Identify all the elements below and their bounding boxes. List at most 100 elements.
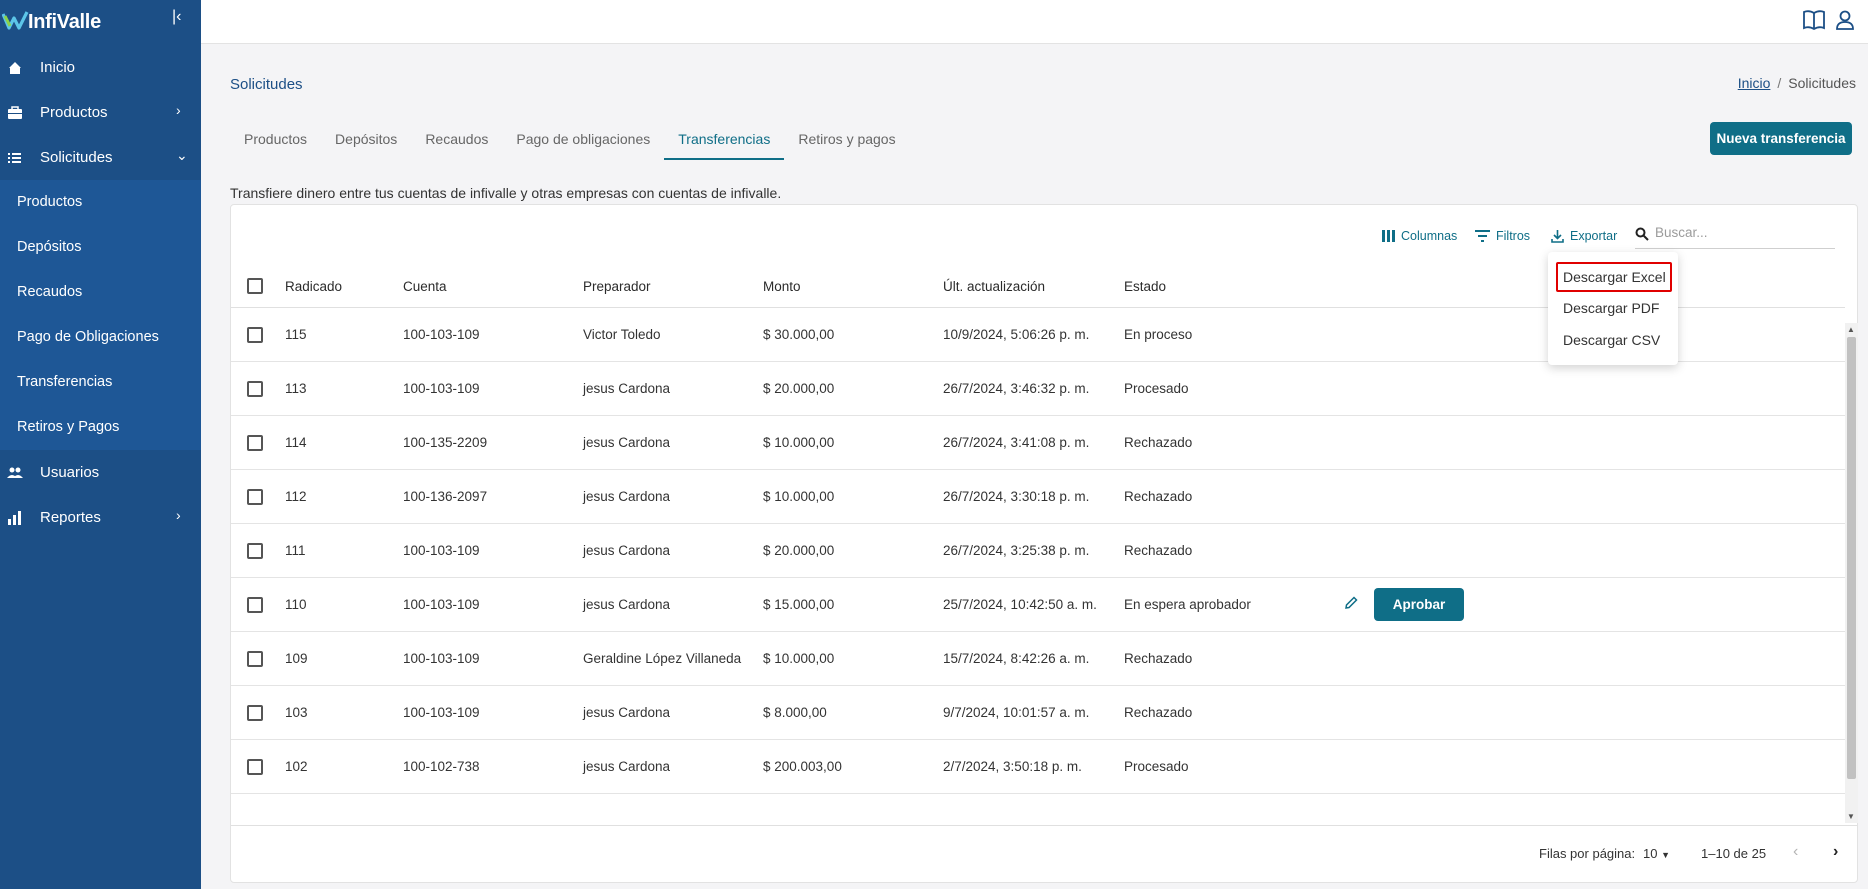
- submenu-item-depositos[interactable]: Depósitos: [0, 225, 201, 270]
- new-transfer-button[interactable]: Nueva transferencia: [1710, 122, 1852, 155]
- breadcrumb-home-link[interactable]: Inicio: [1738, 75, 1771, 91]
- sidebar: InfiValle |‹ Inicio Productos › Solicitu…: [0, 0, 201, 889]
- row-checkbox[interactable]: [247, 597, 263, 613]
- menu-item-download-excel[interactable]: Descargar Excel: [1556, 262, 1672, 292]
- cell-monto: $ 20.000,00: [763, 543, 835, 558]
- sidebar-item-usuarios[interactable]: Usuarios: [0, 450, 201, 495]
- search-input[interactable]: [1655, 225, 1825, 240]
- submenu-item-productos[interactable]: Productos: [0, 180, 201, 225]
- chevron-right-icon: ›: [176, 102, 181, 118]
- column-header-monto[interactable]: Monto: [763, 279, 801, 294]
- export-menu: Descargar Excel Descargar PDF Descargar …: [1548, 252, 1678, 365]
- row-checkbox[interactable]: [247, 543, 263, 559]
- submenu-item-recaudos[interactable]: Recaudos: [0, 270, 201, 315]
- cell-monto: $ 200.003,00: [763, 759, 842, 774]
- cell-cuenta: 100-102-738: [403, 759, 480, 774]
- row-checkbox[interactable]: [247, 705, 263, 721]
- cell-cuenta: 100-103-109: [403, 705, 480, 720]
- table-row[interactable]: 112 100-136-2097 jesus Cardona $ 10.000,…: [231, 470, 1845, 524]
- select-all-checkbox[interactable]: [247, 278, 263, 294]
- tab-transferencias[interactable]: Transferencias: [664, 118, 785, 160]
- table-row[interactable]: 103 100-103-109 jesus Cardona $ 8.000,00…: [231, 686, 1845, 740]
- scroll-up-icon[interactable]: ▲: [1847, 325, 1855, 334]
- cell-monto: $ 30.000,00: [763, 327, 835, 342]
- brand-logo[interactable]: InfiValle: [0, 6, 201, 36]
- cell-preparador: jesus Cardona: [583, 543, 671, 558]
- cell-monto: $ 15.000,00: [763, 597, 835, 612]
- table-row[interactable]: 110 100-103-109 jesus Cardona $ 15.000,0…: [231, 578, 1845, 632]
- row-checkbox[interactable]: [247, 651, 263, 667]
- book-icon[interactable]: [1802, 9, 1826, 31]
- row-checkbox[interactable]: [247, 327, 263, 343]
- cell-preparador: jesus Cardona: [583, 705, 671, 720]
- table-pagination: Filas por página: 10 ▼ 1–10 de 25 ‹ ›: [231, 825, 1857, 883]
- submenu-item-retiros-pagos[interactable]: Retiros y Pagos: [0, 405, 201, 450]
- cell-preparador: jesus Cardona: [583, 489, 671, 504]
- scroll-down-icon[interactable]: ▼: [1847, 812, 1855, 821]
- row-checkbox[interactable]: [247, 381, 263, 397]
- table-scrollbar[interactable]: ▲ ▼: [1845, 323, 1858, 823]
- cell-estado: Rechazado: [1124, 705, 1193, 720]
- table-row[interactable]: 111 100-103-109 jesus Cardona $ 20.000,0…: [231, 524, 1845, 578]
- tab-recaudos[interactable]: Recaudos: [411, 118, 502, 160]
- column-header-preparador[interactable]: Preparador: [583, 279, 651, 294]
- row-checkbox[interactable]: [247, 435, 263, 451]
- chart-icon: [8, 511, 21, 525]
- filters-label: Filtros: [1496, 229, 1531, 243]
- scroll-thumb[interactable]: [1847, 337, 1856, 779]
- user-icon[interactable]: [1835, 9, 1855, 31]
- filter-icon: [1475, 230, 1490, 242]
- cell-monto: $ 10.000,00: [763, 651, 835, 666]
- tab-depositos[interactable]: Depósitos: [321, 118, 411, 160]
- cell-cuenta: 100-103-109: [403, 543, 480, 558]
- tab-pago-obligaciones[interactable]: Pago de obligaciones: [502, 118, 664, 160]
- column-header-estado[interactable]: Estado: [1124, 279, 1166, 294]
- prev-page-icon[interactable]: ‹: [1793, 843, 1798, 861]
- export-button[interactable]: Exportar: [1551, 229, 1617, 243]
- brand-name: InfiValle: [28, 11, 101, 33]
- collapse-sidebar-icon[interactable]: |‹: [172, 8, 181, 26]
- rows-per-page-select[interactable]: 10 ▼: [1643, 846, 1670, 861]
- row-checkbox[interactable]: [247, 489, 263, 505]
- table-row[interactable]: 102 100-102-738 jesus Cardona $ 200.003,…: [231, 740, 1845, 794]
- cell-preparador: Victor Toledo: [583, 327, 661, 342]
- tab-retiros-pagos[interactable]: Retiros y pagos: [784, 118, 909, 160]
- columns-button[interactable]: Columnas: [1382, 229, 1457, 243]
- menu-item-download-pdf[interactable]: Descargar PDF: [1548, 293, 1678, 323]
- home-icon: [9, 62, 21, 74]
- users-icon: [7, 467, 23, 478]
- sidebar-item-inicio[interactable]: Inicio: [0, 45, 201, 90]
- cell-radicado: 103: [285, 705, 308, 720]
- list-icon: [8, 153, 21, 163]
- cell-actualizacion: 26/7/2024, 3:46:32 p. m.: [943, 381, 1090, 396]
- table-row[interactable]: 109 100-103-109 Geraldine López Villaned…: [231, 632, 1845, 686]
- cell-radicado: 102: [285, 759, 308, 774]
- top-bar: [201, 0, 1868, 44]
- menu-item-download-csv[interactable]: Descargar CSV: [1548, 325, 1678, 355]
- cell-radicado: 109: [285, 651, 308, 666]
- cell-actualizacion: 9/7/2024, 10:01:57 a. m.: [943, 705, 1090, 720]
- sidebar-item-reportes[interactable]: Reportes ›: [0, 495, 201, 540]
- cell-estado: En proceso: [1124, 327, 1193, 342]
- edit-pencil-icon[interactable]: [1343, 595, 1359, 611]
- sidebar-item-productos[interactable]: Productos ›: [0, 90, 201, 135]
- submenu-item-transferencias[interactable]: Transferencias: [0, 360, 201, 405]
- export-label: Exportar: [1570, 229, 1618, 243]
- column-header-ultima-actualizacion[interactable]: Últ. actualización: [943, 279, 1045, 294]
- submenu-item-pago-obligaciones[interactable]: Pago de Obligaciones: [0, 315, 201, 360]
- cell-actualizacion: 25/7/2024, 10:42:50 a. m.: [943, 597, 1097, 612]
- cell-monto: $ 10.000,00: [763, 435, 835, 450]
- column-header-cuenta[interactable]: Cuenta: [403, 279, 447, 294]
- approve-button[interactable]: Aprobar: [1374, 588, 1464, 621]
- cell-preparador: Geraldine López Villaneda: [583, 651, 742, 666]
- search-box: [1635, 221, 1835, 249]
- table-row[interactable]: 113 100-103-109 jesus Cardona $ 20.000,0…: [231, 362, 1845, 416]
- next-page-icon[interactable]: ›: [1833, 843, 1838, 861]
- filters-button[interactable]: Filtros: [1475, 229, 1530, 243]
- table-row[interactable]: 114 100-135-2209 jesus Cardona $ 10.000,…: [231, 416, 1845, 470]
- sidebar-item-solicitudes[interactable]: Solicitudes ⌄: [0, 135, 201, 180]
- tab-productos[interactable]: Productos: [230, 118, 321, 160]
- cell-radicado: 111: [285, 543, 306, 558]
- row-checkbox[interactable]: [247, 759, 263, 775]
- column-header-radicado[interactable]: Radicado: [285, 279, 342, 294]
